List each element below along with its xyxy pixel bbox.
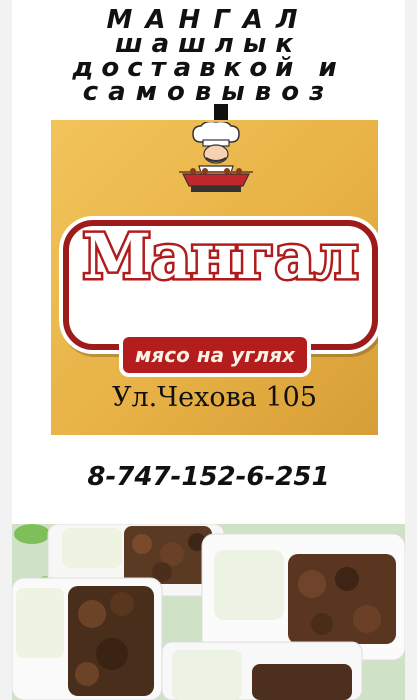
sign-photo: Мангал мясо на углях Ул.Чехова 105 xyxy=(51,120,378,435)
phone-number[interactable]: 8-747-152-6-251 xyxy=(12,462,405,492)
tagline: мясо на углях xyxy=(123,337,307,373)
address: Ул.Чехова 105 xyxy=(112,382,317,413)
food-containers-icon xyxy=(12,524,405,700)
food-photo xyxy=(12,524,405,700)
black-mark xyxy=(214,104,228,120)
brand-frame: Мангал xyxy=(63,218,378,350)
headline-line-4: самовывоз xyxy=(82,77,335,107)
headline: МАНГАЛ шашлык доставкой и самовывоз xyxy=(12,7,405,107)
page-content: МАНГАЛ шашлык доставкой и самовывоз Манг… xyxy=(12,0,405,700)
brand-name: Мангал xyxy=(80,218,361,296)
chef-logo-icon xyxy=(179,122,253,192)
